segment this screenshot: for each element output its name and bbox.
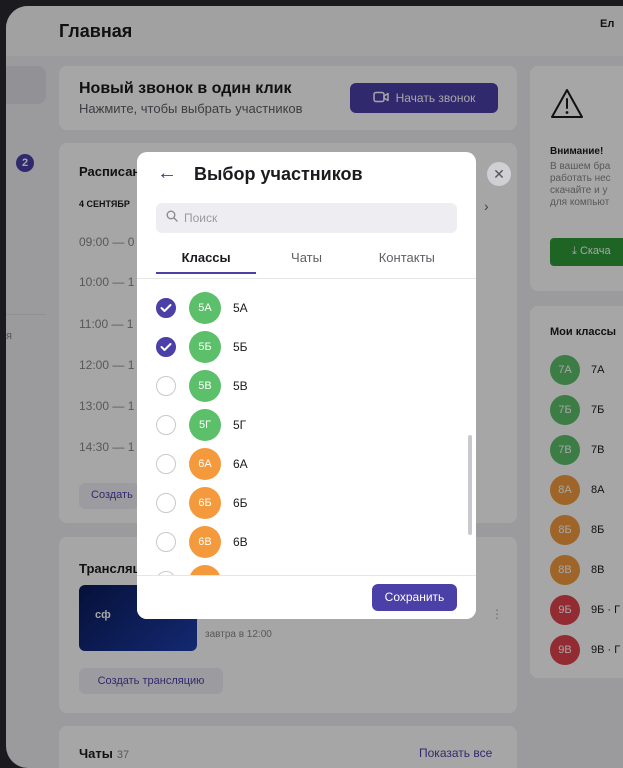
class-label: 6Б [233, 496, 248, 510]
class-label: 5В [233, 379, 248, 393]
participants-list: 5А 5А 5Б 5Б 5В 5В 5Г 5Г 6А 6А 6Б 6Б 6В 6… [137, 280, 476, 575]
list-item[interactable]: 5В 5В [156, 370, 248, 402]
tab-classes[interactable]: Классы [156, 244, 257, 274]
checkbox-unchecked[interactable] [156, 376, 176, 396]
tabs-divider [137, 278, 476, 279]
class-avatar: 5А [189, 292, 221, 324]
class-label: 5Г [233, 418, 247, 432]
list-item[interactable]: 5Б 5Б [156, 331, 248, 363]
class-label: 5А [233, 301, 248, 315]
tab-chats[interactable]: Чаты [256, 244, 356, 274]
list-item[interactable]: 6В 6В [156, 526, 248, 558]
checkbox-checked[interactable] [156, 337, 176, 357]
list-item[interactable]: 6Б 6Б [156, 487, 248, 519]
checkbox-unchecked[interactable] [156, 532, 176, 552]
class-avatar: 5В [189, 370, 221, 402]
modal-title: Выбор участников [194, 164, 363, 184]
list-item[interactable]: 5А 5А [156, 292, 248, 324]
class-label: 6В [233, 535, 248, 549]
back-arrow-icon[interactable]: ← [157, 162, 177, 185]
list-scrollbar[interactable] [468, 435, 472, 535]
class-avatar: 5Б [189, 331, 221, 363]
list-item[interactable]: 6А 6А [156, 448, 248, 480]
list-item-partial[interactable] [156, 565, 233, 575]
class-avatar: 5Г [189, 409, 221, 441]
checkbox-unchecked[interactable] [156, 415, 176, 435]
modal-footer: Сохранить [137, 575, 476, 619]
checkbox-unchecked[interactable] [156, 493, 176, 513]
class-avatar: 6А [189, 448, 221, 480]
class-avatar [189, 565, 221, 575]
class-avatar: 6Б [189, 487, 221, 519]
class-avatar: 6В [189, 526, 221, 558]
search-icon [166, 209, 178, 227]
search-input[interactable] [184, 211, 444, 225]
search-field[interactable] [156, 203, 457, 233]
checkbox-unchecked[interactable] [156, 454, 176, 474]
checkmark-icon [160, 343, 172, 351]
class-label: 5Б [233, 340, 248, 354]
modal-tabs: Классы Чаты Контакты [156, 244, 457, 274]
checkbox-checked[interactable] [156, 298, 176, 318]
class-label: 6А [233, 457, 248, 471]
save-button[interactable]: Сохранить [372, 584, 457, 611]
participants-modal: ← Выбор участников Классы Чаты Контакты … [137, 152, 476, 619]
close-icon[interactable]: ✕ [487, 162, 511, 186]
list-item[interactable]: 5Г 5Г [156, 409, 246, 441]
checkmark-icon [160, 304, 172, 312]
tab-contacts[interactable]: Контакты [357, 244, 457, 274]
